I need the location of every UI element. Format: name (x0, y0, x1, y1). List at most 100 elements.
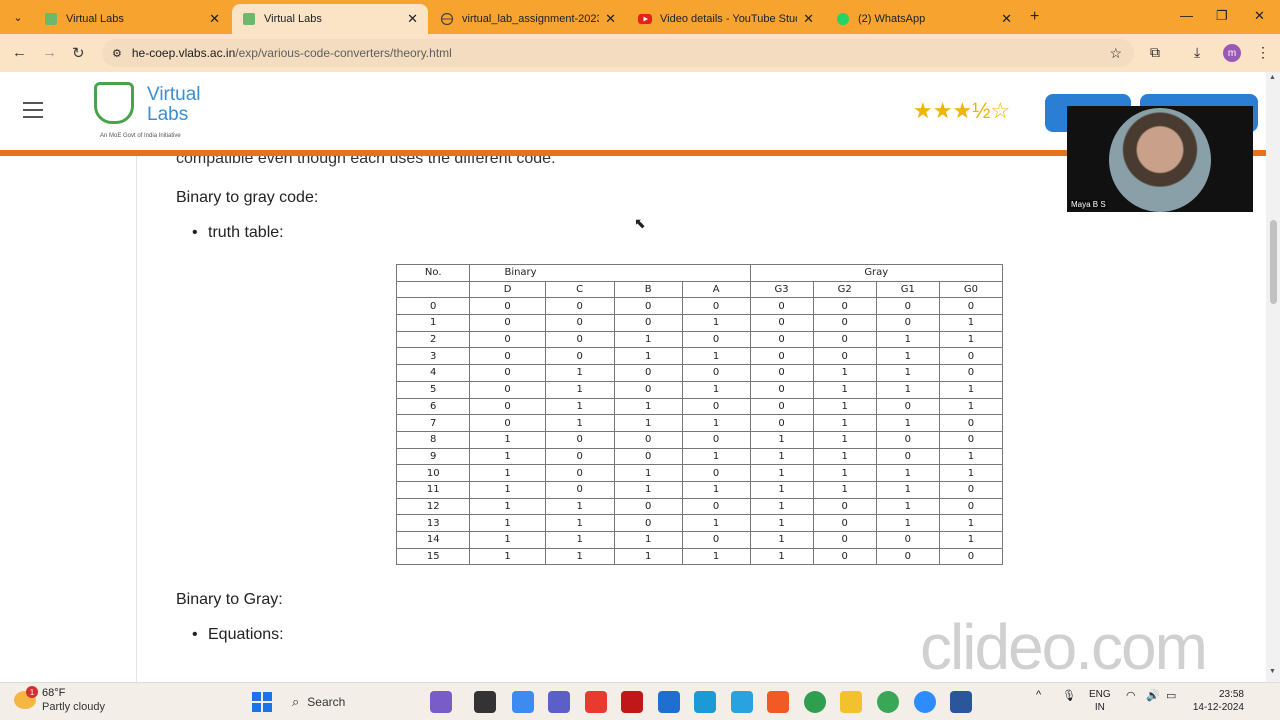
table-cell: 1 (749, 497, 814, 516)
table-cell: 1 (812, 430, 877, 449)
table-cell: 0 (875, 547, 940, 566)
table-row: 810001100 (395, 430, 1004, 449)
volume-icon[interactable]: 🔊 (1146, 689, 1160, 702)
table-cell: 1 (875, 380, 940, 399)
scrollbar-thumb[interactable] (1270, 220, 1277, 304)
battery-icon[interactable]: ▭ (1166, 689, 1176, 702)
weather-badge: 1 (26, 686, 38, 698)
table-cell: 1 (544, 531, 615, 549)
table-row: 701110110 (395, 414, 1004, 432)
table-cell: 0 (875, 531, 940, 549)
wifi-icon[interactable]: ◠ (1126, 689, 1136, 702)
file-explorer-icon[interactable] (840, 691, 862, 713)
back-arrow-icon[interactable]: ← (12, 44, 27, 61)
reload-icon[interactable]: ↻ (72, 44, 85, 62)
tab-virtual-labs-1[interactable]: Virtual Labs ✕ (34, 4, 230, 34)
zoom-icon[interactable] (914, 691, 936, 713)
tab-close-icon[interactable]: ✕ (1001, 11, 1012, 27)
table-cell: 0 (544, 480, 615, 499)
table-cell: 0 (613, 514, 683, 532)
scroll-down-arrow-icon[interactable]: ▼ (1269, 668, 1276, 675)
flask-logo-icon (94, 82, 134, 124)
table-cell: 10 (395, 464, 471, 482)
word-icon[interactable] (950, 691, 972, 713)
youtube-icon (638, 14, 652, 24)
anydesk-icon[interactable] (585, 691, 607, 713)
tab-whatsapp[interactable]: (2) WhatsApp ✕ (826, 4, 1022, 34)
chrome-icon[interactable] (804, 691, 826, 713)
globe-icon (440, 12, 454, 26)
table-header-b: B (613, 280, 683, 299)
teams-icon[interactable] (548, 691, 570, 713)
bookmark-star-icon[interactable]: ☆ (1109, 45, 1122, 62)
table-cell: 1 (749, 430, 814, 449)
table-cell: 1 (875, 414, 940, 432)
tray-overflow-icon[interactable]: ^ (1036, 689, 1041, 701)
table-cell: 1 (749, 531, 814, 549)
table-cell: 0 (749, 297, 814, 316)
page-scrollbar[interactable]: ▲ ▼ (1266, 72, 1280, 682)
table-cell: 1 (613, 531, 683, 549)
language-indicator[interactable]: ENG IN (1089, 688, 1111, 714)
brave-icon[interactable] (767, 691, 789, 713)
table-cell: 0 (469, 397, 546, 416)
table-cell: 0 (469, 380, 546, 399)
close-window-icon[interactable]: ✕ (1254, 8, 1265, 24)
extensions-icon[interactable]: ⧉ (1150, 44, 1160, 61)
browser-menu-icon[interactable]: ⋮ (1256, 44, 1270, 61)
tab-youtube-studio[interactable]: Video details - YouTube Studio ✕ (628, 4, 824, 34)
hamburger-menu-icon[interactable] (23, 102, 43, 118)
table-cell: 1 (469, 430, 546, 449)
download-icon[interactable]: ⤓ (1194, 44, 1200, 61)
table-cell: 1 (469, 464, 546, 482)
skype-icon[interactable] (731, 691, 753, 713)
windows-start-icon[interactable] (252, 692, 272, 712)
tab-assignment[interactable]: virtual_lab_assignment-2023Ba ✕ (430, 4, 626, 34)
scroll-up-arrow-icon[interactable]: ▲ (1269, 74, 1276, 81)
address-bar[interactable]: ⚙ he-coep.vlabs.ac.in/exp/various-code-c… (102, 39, 1134, 67)
tab-virtual-labs-2[interactable]: Virtual Labs ✕ (232, 4, 428, 34)
restore-icon[interactable]: ❐ (1216, 8, 1228, 24)
forward-arrow-icon[interactable]: → (42, 44, 57, 61)
tab-close-icon[interactable]: ✕ (803, 11, 814, 27)
tab-close-icon[interactable]: ✕ (209, 11, 220, 27)
new-tab-plus-icon[interactable]: + (1030, 8, 1039, 26)
chrome-profile-icon[interactable] (877, 691, 899, 713)
url-host: he-coep.vlabs.ac.in (131, 46, 236, 60)
copilot-icon[interactable] (512, 691, 534, 713)
store-icon[interactable] (658, 691, 680, 713)
mcafee-icon[interactable] (621, 691, 643, 713)
task-view-icon[interactable] (474, 691, 496, 713)
copilot-widget-icon[interactable] (430, 691, 452, 713)
virtual-labs-logo[interactable]: Virtual Labs An MoE Govt of India Initia… (92, 80, 212, 144)
table-cell: 1 (681, 514, 751, 532)
table-cell: 0 (613, 497, 683, 516)
profile-avatar[interactable]: m (1223, 44, 1241, 62)
tab-close-icon[interactable]: ✕ (605, 11, 616, 27)
edge-icon[interactable] (694, 691, 716, 713)
table-cell: 0 (613, 430, 683, 449)
table-cell: 0 (749, 397, 814, 416)
table-cell: 0 (812, 297, 877, 316)
table-header-binary: Binary (469, 264, 751, 282)
table-cell: 1 (613, 347, 683, 366)
tab-close-icon[interactable]: ✕ (407, 11, 418, 27)
clock[interactable]: 23:58 14-12-2024 (1192, 688, 1244, 714)
table-cell: 0 (938, 414, 1004, 432)
table-cell: 2 (395, 330, 471, 349)
table-cell: 0 (469, 297, 546, 316)
table-header-d: D (469, 280, 546, 299)
tab-search-chevron-icon[interactable]: ⌄ (8, 7, 28, 27)
table-cell: 0 (938, 480, 1004, 499)
site-info-icon[interactable]: ⚙ (112, 47, 122, 60)
table-cell: 0 (469, 347, 546, 366)
tab-label: (2) WhatsApp (858, 13, 926, 25)
minimize-icon[interactable]: — (1180, 8, 1193, 23)
browser-toolbar: ← → ↻ ⚙ he-coep.vlabs.ac.in/exp/various-… (0, 34, 1280, 72)
microphone-icon[interactable]: 🎙 (1062, 689, 1076, 702)
table-cell: 1 (938, 330, 1004, 349)
logo-tagline: An MoE Govt of India Initiative (100, 133, 181, 139)
table-cell: 0 (749, 414, 814, 432)
table-cell: 1 (875, 347, 940, 366)
rating-stars[interactable]: ★★★½☆ (913, 98, 1010, 124)
